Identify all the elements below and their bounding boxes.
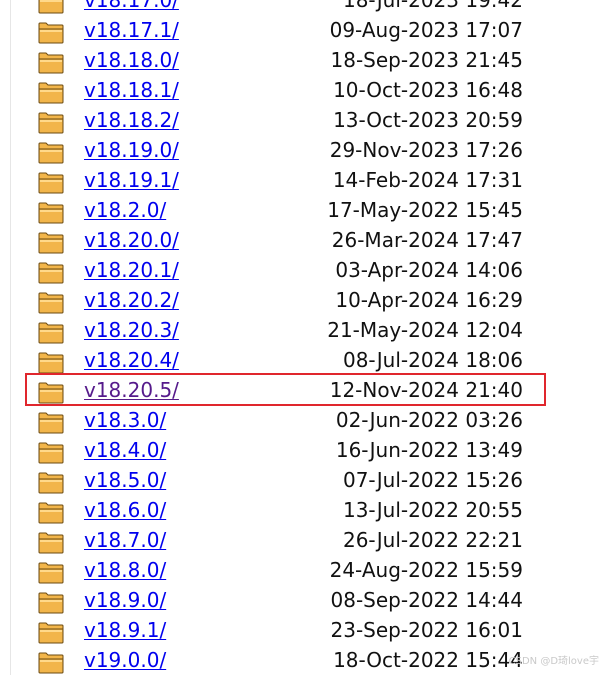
folder-icon [38,622,64,644]
folder-icon [38,142,64,164]
folder-link[interactable]: v19.0.0/ [84,645,166,675]
folder-link[interactable]: v18.3.0/ [84,405,166,435]
modified-date: 10-Oct-2023 16:48 [333,78,523,102]
folder-icon [38,232,64,254]
folder-link[interactable]: v18.6.0/ [84,495,166,525]
folder-icon [38,652,64,674]
modified-date: 14-Feb-2024 17:31 [332,168,523,192]
folder-icon [38,322,64,344]
folder-icon [38,562,64,584]
folder-icon [38,172,64,194]
modified-date: 13-Oct-2023 20:59 [333,108,523,132]
folder-icon [38,262,64,284]
list-item: v18.19.1/ 14-Feb-2024 17:31 [0,165,603,195]
modified-date: 18-Jul-2023 19:42 [342,0,523,12]
folder-link[interactable]: v18.5.0/ [84,465,166,495]
list-item: v18.20.1/ 03-Apr-2024 14:06 [0,255,603,285]
modified-date: 29-Nov-2023 17:26 [329,138,523,162]
modified-date: 07-Jul-2022 15:26 [342,468,523,492]
list-item: v18.9.0/ 08-Sep-2022 14:44 [0,585,603,615]
folder-link[interactable]: v18.20.0/ [84,225,179,255]
folder-icon [38,0,64,14]
list-item: v18.7.0/ 26-Jul-2022 22:21 [0,525,603,555]
modified-date: 03-Apr-2024 14:06 [335,258,523,282]
modified-date: 10-Apr-2024 16:29 [335,288,523,312]
folder-link[interactable]: v18.20.4/ [84,345,179,375]
folder-icon [38,412,64,434]
folder-icon [38,352,64,374]
modified-date: 18-Oct-2022 15:44 [333,648,523,672]
modified-date: 08-Jul-2024 18:06 [342,348,523,372]
folder-link[interactable]: v18.8.0/ [84,555,166,585]
directory-listing: v18.17.0/ 18-Jul-2023 19:42 v18.17.1/ 09… [0,0,603,675]
folder-link[interactable]: v18.17.0/ [84,0,179,15]
folder-link[interactable]: v18.7.0/ [84,525,166,555]
folder-link[interactable]: v18.20.3/ [84,315,179,345]
modified-date: 23-Sep-2022 16:01 [330,618,523,642]
folder-icon [38,202,64,224]
folder-icon [38,592,64,614]
list-item: v18.20.4/ 08-Jul-2024 18:06 [0,345,603,375]
folder-icon [38,532,64,554]
list-item: v18.2.0/ 17-May-2022 15:45 [0,195,603,225]
folder-link[interactable]: v18.19.0/ [84,135,179,165]
folder-link[interactable]: v18.9.1/ [84,615,166,645]
folder-link[interactable]: v18.4.0/ [84,435,166,465]
modified-date: 16-Jun-2022 13:49 [335,438,523,462]
folder-icon [38,22,64,44]
list-item: v18.18.0/ 18-Sep-2023 21:45 [0,45,603,75]
modified-date: 09-Aug-2023 17:07 [329,18,523,42]
list-item: v18.17.1/ 09-Aug-2023 17:07 [0,15,603,45]
list-item: v18.18.2/ 13-Oct-2023 20:59 [0,105,603,135]
list-item: v18.20.3/ 21-May-2024 12:04 [0,315,603,345]
modified-date: 21-May-2024 12:04 [327,318,523,342]
modified-date: 13-Jul-2022 20:55 [342,498,523,522]
list-item: v18.3.0/ 02-Jun-2022 03:26 [0,405,603,435]
list-item: v18.6.0/ 13-Jul-2022 20:55 [0,495,603,525]
watermark: CSDN @D琦love宇 [508,656,599,667]
folder-link[interactable]: v18.17.1/ [84,15,179,45]
list-item: v18.18.1/ 10-Oct-2023 16:48 [0,75,603,105]
folder-link[interactable]: v18.19.1/ [84,165,179,195]
folder-icon [38,82,64,104]
modified-date: 17-May-2022 15:45 [327,198,523,222]
modified-date: 08-Sep-2022 14:44 [330,588,523,612]
list-item: v18.4.0/ 16-Jun-2022 13:49 [0,435,603,465]
folder-link[interactable]: v18.18.1/ [84,75,179,105]
modified-date: 26-Mar-2024 17:47 [331,228,523,252]
folder-link[interactable]: v18.20.2/ [84,285,179,315]
folder-link[interactable]: v18.9.0/ [84,585,166,615]
highlight-annotation-box [25,373,546,406]
folder-icon [38,112,64,134]
folder-link[interactable]: v18.2.0/ [84,195,166,225]
folder-icon [38,292,64,314]
folder-icon [38,472,64,494]
directory-listing-page: { "folder_icon": "folder-icon", "colors"… [0,0,603,675]
list-item: v18.9.1/ 23-Sep-2022 16:01 [0,615,603,645]
modified-date: 02-Jun-2022 03:26 [335,408,523,432]
list-item: v18.5.0/ 07-Jul-2022 15:26 [0,465,603,495]
folder-link[interactable]: v18.18.2/ [84,105,179,135]
list-item: v18.17.0/ 18-Jul-2023 19:42 [0,0,603,15]
modified-date: 18-Sep-2023 21:45 [330,48,523,72]
modified-date: 24-Aug-2022 15:59 [329,558,523,582]
folder-icon [38,52,64,74]
modified-date: 26-Jul-2022 22:21 [342,528,523,552]
list-item: v18.20.0/ 26-Mar-2024 17:47 [0,225,603,255]
list-item: v18.20.2/ 10-Apr-2024 16:29 [0,285,603,315]
folder-icon [38,502,64,524]
folder-link[interactable]: v18.20.1/ [84,255,179,285]
list-item: v18.19.0/ 29-Nov-2023 17:26 [0,135,603,165]
folder-link[interactable]: v18.18.0/ [84,45,179,75]
folder-icon [38,442,64,464]
list-item: v18.8.0/ 24-Aug-2022 15:59 [0,555,603,585]
